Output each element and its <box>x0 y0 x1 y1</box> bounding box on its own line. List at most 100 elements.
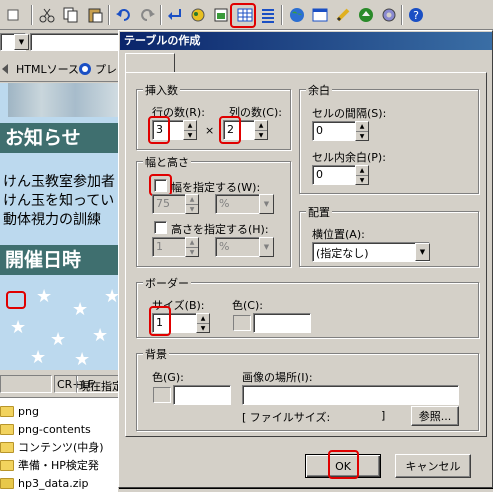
editor-preview[interactable]: お知らせ けん玉教室参加者 けん玉を知ってい 動体視力の訓練 開催日時 ★ ★ … <box>0 83 120 370</box>
list-item[interactable]: png-contents <box>0 420 118 438</box>
stepper-down-icon[interactable]: ▼ <box>356 176 368 185</box>
font-combo[interactable] <box>30 33 120 51</box>
chevron-down-icon[interactable]: ▼ <box>259 194 274 214</box>
rows-stepper[interactable]: ▲ ▼ <box>183 120 197 140</box>
list-item[interactable]: 準備・HP検定発 <box>0 456 118 474</box>
bg-color-input[interactable] <box>173 385 231 405</box>
list-item[interactable]: コンテンツ(中身) <box>0 438 118 456</box>
cursor-status: 現在指定 <box>76 375 120 393</box>
cell-padding-input[interactable]: 0 <box>312 165 356 185</box>
heading-notice-text: お知らせ <box>5 127 81 149</box>
dialog-tab[interactable] <box>125 53 175 73</box>
ball-icon[interactable] <box>355 4 377 26</box>
list-item-label: png <box>18 404 39 418</box>
dialog-title-bar[interactable]: テーブルの作成 <box>120 32 492 50</box>
stepper-down-icon[interactable]: ▼ <box>197 324 209 333</box>
rows-highlight <box>148 116 170 144</box>
table-icon-highlight <box>230 3 256 28</box>
width-unit-select[interactable]: % <box>215 194 260 214</box>
border-color-input[interactable] <box>253 313 311 333</box>
tab-html-source[interactable]: HTMLソース <box>16 59 79 79</box>
halign-value: (指定なし) <box>316 247 369 260</box>
stepper-up-icon[interactable]: ▲ <box>356 166 368 176</box>
size-group-label: 幅と高さ <box>143 154 191 170</box>
cols-stepper[interactable]: ▲ ▼ <box>254 120 268 140</box>
heading-schedule-text: 開催日時 <box>5 249 82 271</box>
stepper-up-icon[interactable]: ▲ <box>186 238 198 248</box>
cell-spacing-value: 0 <box>316 124 323 137</box>
paste-icon[interactable] <box>84 4 106 26</box>
stepper-down-icon[interactable]: ▼ <box>186 205 198 214</box>
body-line: 動体視力の訓練 <box>3 212 101 228</box>
width-stepper[interactable]: ▲ ▼ <box>185 194 199 214</box>
stepper-down-icon[interactable]: ▼ <box>356 132 368 141</box>
gear-icon[interactable] <box>378 4 400 26</box>
pencil-icon[interactable] <box>332 4 354 26</box>
stepper-up-icon[interactable]: ▲ <box>197 314 209 324</box>
create-table-dialog: テーブルの作成 挿入数 行の数(R): 列の数(C): 3 ▲ ▼ × 2 ▲ ▼ … <box>118 30 493 488</box>
redo-icon[interactable] <box>136 4 158 26</box>
status-cell <box>0 375 52 393</box>
window-icon[interactable] <box>309 4 331 26</box>
globe-icon[interactable] <box>286 4 308 26</box>
cell-padding-stepper[interactable]: ▲ ▼ <box>355 165 369 185</box>
halign-label: 横位置(A): <box>312 228 365 241</box>
border-color-swatch[interactable] <box>233 315 251 331</box>
format-bar: ▼ <box>0 31 120 53</box>
picture-icon[interactable] <box>187 4 209 26</box>
width-label: 幅を指定する(W): <box>171 181 261 194</box>
ok-button-highlight <box>328 450 359 479</box>
collapse-icon[interactable] <box>0 59 14 79</box>
border-size-stepper[interactable]: ▲ ▼ <box>196 313 210 333</box>
zip-folder-icon <box>0 477 14 489</box>
list-item[interactable]: png <box>0 402 118 420</box>
star-icon: ★ <box>50 329 67 350</box>
height-stepper[interactable]: ▲ ▼ <box>185 237 199 257</box>
stepper-down-icon[interactable]: ▼ <box>255 131 267 140</box>
height-value: 1 <box>156 240 163 253</box>
height-unit-select[interactable]: % <box>215 237 260 257</box>
help-icon[interactable]: ? <box>405 4 427 26</box>
file-list: png png-contents コンテンツ(中身) 準備・HP検定発 hp3_… <box>0 397 120 492</box>
tab-preview[interactable]: プレ <box>78 59 117 79</box>
list-icon[interactable] <box>257 4 279 26</box>
chevron-down-icon[interactable]: ▼ <box>259 237 274 257</box>
insert-count-group-label: 挿入数 <box>143 82 180 98</box>
list-item[interactable]: hp3_data.zip <box>0 474 118 492</box>
height-input[interactable]: 1 <box>152 237 186 257</box>
bg-color-swatch[interactable] <box>153 387 171 403</box>
svg-text:?: ? <box>413 9 419 22</box>
browse-button[interactable]: 参照... <box>411 406 459 426</box>
cell-spacing-input[interactable]: 0 <box>312 121 356 141</box>
new-table-position-highlight <box>6 291 26 309</box>
bg-image-input[interactable] <box>242 385 459 405</box>
stepper-down-icon[interactable]: ▼ <box>186 248 198 257</box>
halign-select[interactable]: (指定なし) <box>312 242 430 262</box>
cancel-button-label: キャンセル <box>405 460 461 473</box>
chevron-down-icon[interactable]: ▼ <box>415 243 430 261</box>
cut-icon[interactable] <box>36 4 58 26</box>
stepper-up-icon[interactable]: ▲ <box>255 121 267 131</box>
stepper-up-icon[interactable]: ▲ <box>186 195 198 205</box>
body-line: けん玉を知ってい <box>3 193 115 209</box>
cancel-button[interactable]: キャンセル <box>395 454 471 478</box>
cell-spacing-label: セルの間隔(S): <box>312 107 387 120</box>
height-checkbox[interactable] <box>154 221 167 234</box>
filesize-label: [ ファイルサイズ: <box>242 411 331 424</box>
image-insert-icon[interactable] <box>210 4 232 26</box>
chevron-down-icon[interactable]: ▼ <box>14 34 29 50</box>
cell-padding-value: 0 <box>316 168 323 181</box>
copy-icon[interactable] <box>60 4 82 26</box>
stepper-up-icon[interactable]: ▲ <box>184 121 196 131</box>
stepper-down-icon[interactable]: ▼ <box>184 131 196 140</box>
bg-color-label: 色(G): <box>152 371 184 384</box>
cell-padding-label: セル内余白(P): <box>312 151 386 164</box>
line-break-icon[interactable] <box>164 4 186 26</box>
undo-icon[interactable] <box>113 4 135 26</box>
toolbar-separator <box>31 5 33 25</box>
toolbar-partial-icon[interactable] <box>2 4 24 26</box>
stepper-up-icon[interactable]: ▲ <box>356 122 368 132</box>
width-input[interactable]: 75 <box>152 194 186 214</box>
filesize-close: ] <box>381 409 386 422</box>
cell-spacing-stepper[interactable]: ▲ ▼ <box>355 121 369 141</box>
